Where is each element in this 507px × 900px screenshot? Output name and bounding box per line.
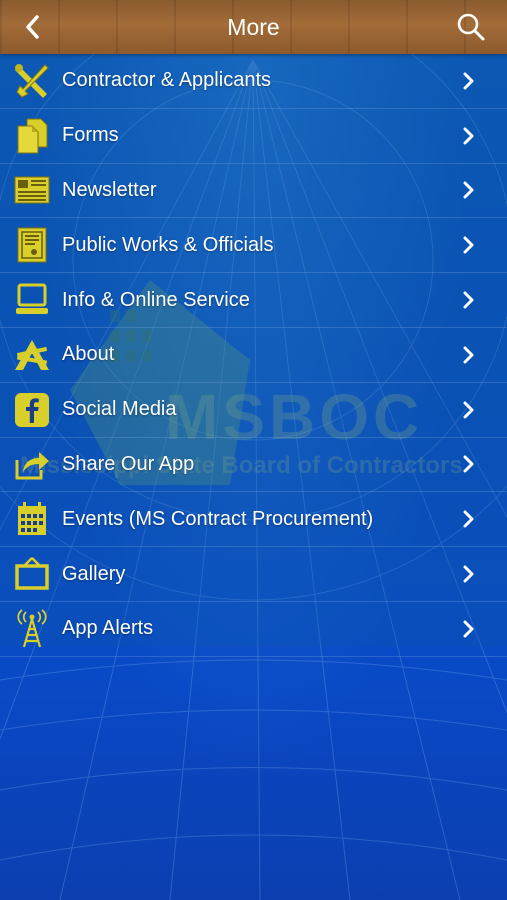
search-button[interactable] [449, 0, 493, 54]
search-icon [457, 13, 485, 41]
chevron-right-icon [463, 620, 474, 638]
menu-item-forms[interactable]: Forms [0, 109, 507, 164]
chevron-right-icon [463, 291, 474, 309]
chevron-right-icon [463, 127, 474, 145]
menu-item-newsletter[interactable]: Newsletter [0, 164, 507, 219]
menu-item-social-media[interactable]: Social Media [0, 383, 507, 438]
menu-item-label: Info & Online Service [62, 288, 250, 311]
facebook-icon [12, 390, 52, 430]
antenna-icon [12, 609, 52, 649]
menu-item-label: Gallery [62, 562, 126, 585]
top-nav-bar: More [0, 0, 507, 54]
page-title: More [227, 14, 280, 40]
menu-item-about[interactable]: About [0, 328, 507, 383]
menu-item-label: App Alerts [62, 617, 154, 640]
chevron-right-icon [463, 455, 474, 473]
calendar-icon [12, 499, 52, 539]
app-logo-icon [12, 335, 52, 375]
menu-item-label: Public Works & Officials [62, 233, 274, 256]
menu-item-label: About [62, 343, 115, 366]
menu-item-events[interactable]: Events (MS Contract Procurement) [0, 492, 507, 548]
menu-item-label: Events (MS Contract Procurement) [62, 507, 374, 530]
chevron-right-icon [463, 346, 474, 364]
easel-icon [12, 554, 52, 594]
menu-item-label: Newsletter [62, 178, 157, 201]
menu-item-label: Forms [62, 124, 119, 147]
menu-item-public-works-officials[interactable]: Public Works & Officials [0, 218, 507, 274]
chevron-right-icon [463, 510, 474, 528]
menu-item-label: Contractor & Applicants [62, 69, 271, 92]
menu-item-contractor-applicants[interactable]: Contractor & Applicants [0, 54, 507, 109]
share-icon [12, 444, 52, 484]
chevron-right-icon [463, 236, 474, 254]
chevron-right-icon [463, 181, 474, 199]
more-menu-list: Contractor & Applicants Forms Newsletter [0, 54, 507, 657]
menu-item-label: Share Our App [62, 452, 195, 475]
tools-icon [12, 61, 52, 101]
menu-item-label: Social Media [62, 398, 177, 421]
certificate-icon [12, 225, 52, 265]
computer-icon [12, 280, 52, 320]
documents-icon [12, 116, 52, 156]
newspaper-icon [12, 170, 52, 210]
chevron-right-icon [463, 72, 474, 90]
chevron-right-icon [463, 401, 474, 419]
menu-item-share-our-app[interactable]: Share Our App [0, 438, 507, 493]
chevron-right-icon [463, 565, 474, 583]
menu-item-info-online-service[interactable]: Info & Online Service [0, 273, 507, 328]
menu-item-app-alerts[interactable]: App Alerts [0, 602, 507, 657]
menu-item-gallery[interactable]: Gallery [0, 547, 507, 602]
